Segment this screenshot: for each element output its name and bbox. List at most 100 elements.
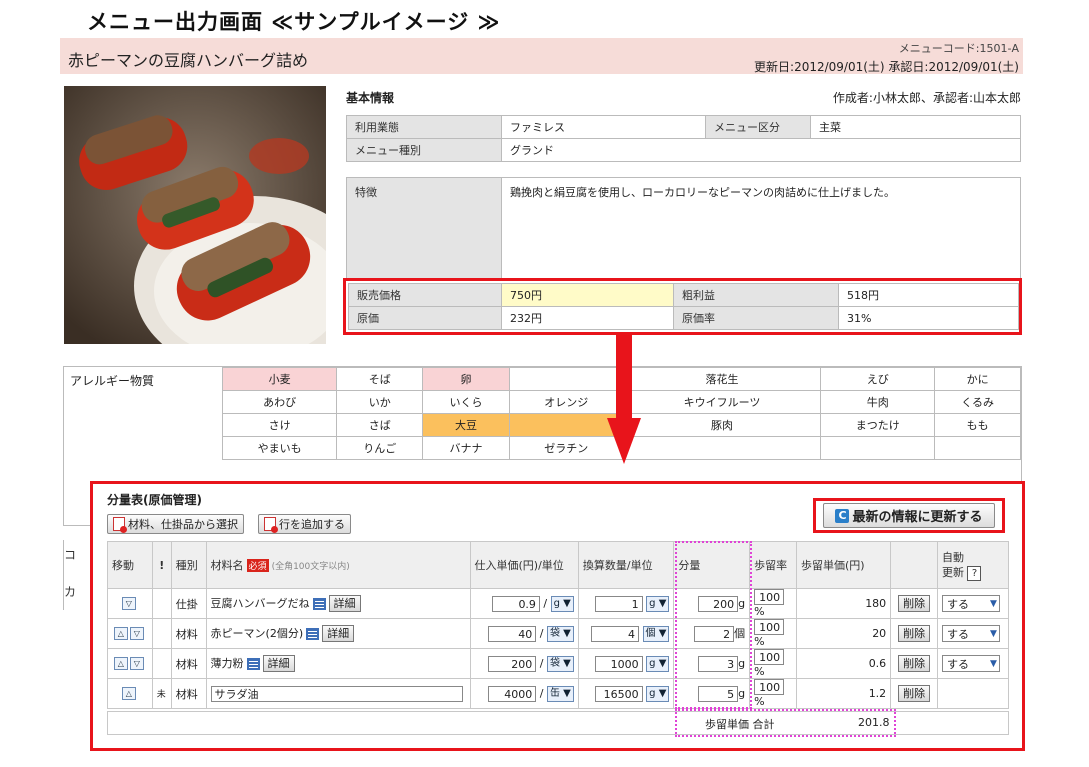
conv-unit-select[interactable]: g ▼ [646, 595, 670, 612]
row-mark: 未 [151, 678, 172, 709]
refresh-button[interactable]: C 最新の情報に更新する [823, 503, 995, 528]
detail-button[interactable]: 詳細 [262, 655, 295, 673]
add-row-button[interactable]: 行を追加する [258, 514, 351, 534]
allergy-item: まつたけ [820, 413, 936, 437]
allergy-item: 大豆 [422, 413, 510, 437]
yield-pct: % [754, 695, 765, 708]
conv-qty-input[interactable]: 1 [594, 595, 643, 612]
unit-price-input[interactable]: 4000 [488, 685, 537, 702]
conv-qty-input[interactable]: 16500 [594, 685, 643, 702]
table-row: △ 未 材料 サラダ油 4000 / 缶 ▼ 16500 g ▼ 5g 100%… [107, 678, 1010, 709]
move-down-icon[interactable]: ▽ [129, 627, 144, 641]
allergy-item: もも [934, 413, 1021, 437]
refresh-icon: C [835, 508, 850, 523]
yield-input[interactable]: 100 [754, 679, 785, 695]
feature-table: 特徴 鶏挽肉と絹豆腐を使用し、ローカロリーなピーマンの肉詰めに仕上げました。 [346, 177, 1021, 281]
col-conv-qty: 換算数量/単位 [577, 541, 675, 589]
allergy-item: そば [336, 367, 424, 391]
unit-price-input[interactable]: 200 [488, 655, 537, 672]
down-arrow-icon [607, 334, 641, 464]
usage-value: ファミレス [501, 115, 706, 139]
yield-input[interactable]: 100 [754, 589, 785, 605]
chevron-down-icon: ▼ [990, 598, 997, 609]
col-name-hint: (全角100文字以内) [271, 562, 350, 572]
table-row: ▽ 仕掛 豆腐ハンバーグだね 詳細 0.9 / g ▼ 1 g ▼ 200 g 10… [107, 588, 1010, 619]
move-up-icon[interactable]: △ [113, 657, 128, 671]
unit-price-input[interactable]: 0.9 [491, 595, 540, 612]
yield-input[interactable]: 100 [754, 649, 785, 665]
delete-button[interactable]: 削除 [898, 655, 931, 672]
menu-code: メニューコード:1501-A [898, 42, 1019, 55]
price-unit-select[interactable]: 缶 ▼ [547, 685, 574, 702]
conv-unit-select[interactable]: g ▼ [646, 685, 670, 702]
list-icon[interactable] [312, 597, 326, 610]
side-label: コ [64, 548, 77, 562]
row-kind: 材料 [170, 618, 207, 649]
col-mark: ! [151, 541, 172, 589]
menu-dates: 更新日:2012/09/01(土) 承認日:2012/09/01(土) [754, 60, 1019, 74]
table-row: △ ▽ 材料 赤ピーマン(2個分) 詳細 40 / 袋 ▼ 4 個 ▼ 2個 100… [107, 618, 1010, 649]
auto-update-select[interactable]: する ▼ [941, 625, 1000, 642]
row-mark [151, 618, 172, 649]
row-kind: 材料 [170, 648, 207, 679]
auto-update-select[interactable]: する ▼ [941, 655, 1000, 672]
auto-update-value: する [946, 597, 969, 611]
row-mark [151, 588, 172, 619]
col-move: 移動 [107, 541, 153, 589]
yield-input[interactable]: 100 [754, 619, 785, 635]
recipe-table: 移動 ! 種別 材料名 必須 (全角100文字以内) 仕入単価(円)/単位 換算数量… [107, 541, 1010, 709]
allergy-item: かに [934, 367, 1021, 391]
list-icon[interactable] [306, 627, 320, 640]
conv-unit-select[interactable]: 個 ▼ [642, 625, 670, 642]
allergy-item: さけ [221, 413, 338, 437]
auto-update-value: する [946, 657, 969, 671]
auto-update-select[interactable]: する ▼ [941, 595, 1000, 612]
price-unit-select[interactable]: 袋 ▼ [547, 655, 574, 672]
allergy-item [622, 436, 822, 460]
price-unit-select[interactable]: 袋 ▼ [547, 625, 574, 642]
unit-price-input[interactable]: 40 [488, 625, 537, 642]
add-document-icon [264, 517, 278, 533]
price-unit-select[interactable]: g ▼ [550, 595, 574, 612]
delete-button[interactable]: 削除 [898, 625, 931, 642]
col-auto-label: 自動 [941, 550, 964, 564]
row-name: 豆腐ハンバーグだね [210, 596, 310, 610]
delete-button[interactable]: 削除 [898, 685, 931, 702]
type-label: メニュー種別 [346, 138, 502, 162]
chevron-down-icon: ▼ [990, 628, 997, 639]
type-value: グランド [501, 138, 1021, 162]
col-unit-price: 仕入単価(円)/単位 [469, 541, 579, 589]
detail-button[interactable]: 詳細 [322, 625, 355, 643]
move-down-icon[interactable]: ▽ [129, 657, 144, 671]
delete-button[interactable]: 削除 [898, 595, 931, 612]
col-name-label: 材料名 [210, 559, 244, 572]
feature-value: 鶏挽肉と絹豆腐を使用し、ローカロリーなピーマンの肉詰めに仕上げました。 [501, 177, 1021, 281]
page-title: メニュー出力画面 ≪サンプルイメージ ≫ [87, 10, 501, 34]
list-icon[interactable] [246, 657, 260, 670]
price-unit-value: 袋 [550, 657, 560, 669]
conv-unit-value: 個 [645, 627, 656, 639]
category-label: メニュー区分 [705, 115, 811, 139]
required-badge: 必須 [246, 559, 269, 572]
allergy-item: バナナ [422, 436, 510, 460]
allergy-item: 牛肉 [820, 390, 936, 414]
select-material-button[interactable]: 材料、仕掛品から選択 [107, 514, 244, 534]
conv-unit-value: g [649, 687, 656, 699]
row-kind: 仕掛 [170, 588, 207, 619]
feature-label: 特徴 [346, 177, 502, 281]
recipe-title: 分量表(原価管理) [107, 493, 202, 507]
conv-qty-input[interactable]: 1000 [594, 655, 643, 672]
help-icon[interactable]: ? [967, 565, 982, 581]
allergy-item: さば [336, 413, 424, 437]
row-name: 赤ピーマン(2個分) [210, 626, 304, 640]
conv-qty-input[interactable]: 4 [591, 625, 640, 642]
menu-photo [64, 86, 326, 344]
move-up-icon[interactable]: △ [121, 687, 136, 701]
auto-update-value: する [946, 627, 969, 641]
conv-unit-select[interactable]: g ▼ [646, 655, 670, 672]
detail-button[interactable]: 詳細 [328, 595, 361, 613]
move-down-icon[interactable]: ▽ [121, 597, 136, 611]
price-unit-value: g [553, 597, 560, 609]
move-up-icon[interactable]: △ [113, 627, 128, 641]
material-name-input[interactable]: サラダ油 [210, 685, 463, 702]
